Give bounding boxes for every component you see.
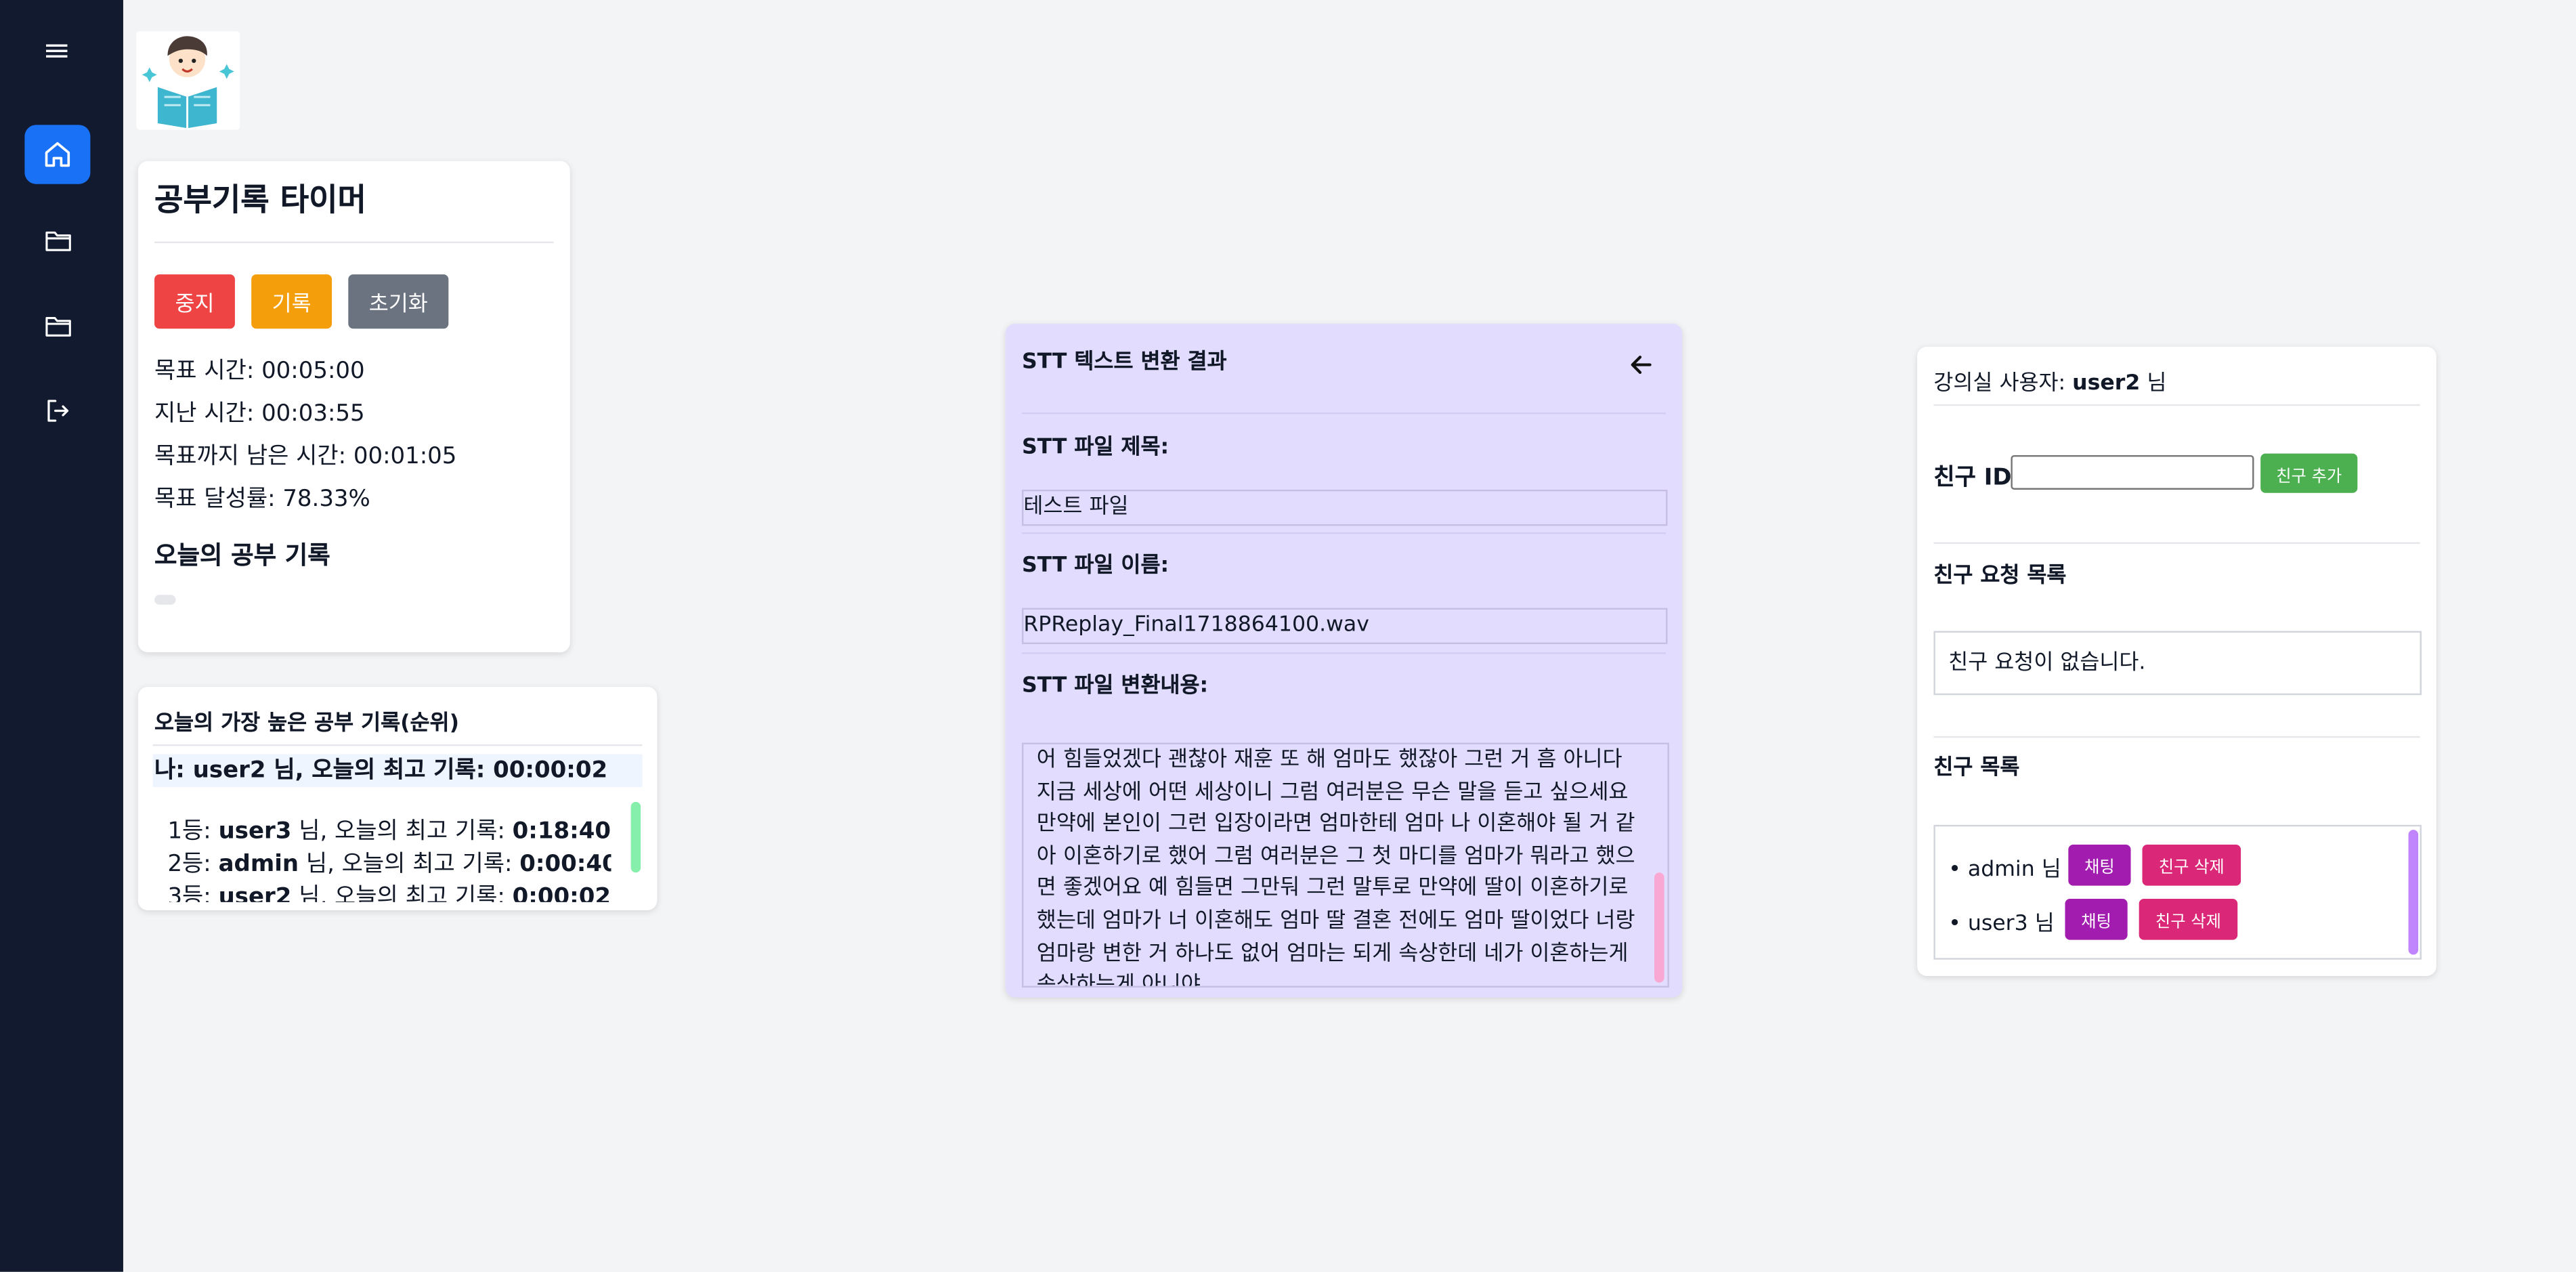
friend-name: • user3 님 [1948,911,2055,936]
stop-button[interactable]: 중지 [154,274,235,329]
back-arrow-icon[interactable] [1628,352,1654,378]
rank-time: 0:00:02 [512,884,611,902]
home-icon [45,142,70,167]
elapsed-time: 지난 시간: 00:03:55 [154,400,365,427]
rank-time: 0:18:40 [512,818,611,845]
rank-user: user3 [218,818,292,845]
today-record-placeholder [154,595,176,605]
friends-card: 강의실 사용자: user2 님 친구 ID: 친구 추가 친구 요청 목록 친… [1917,346,2437,977]
friend-name: • admin 님 [1948,857,2061,882]
logo [136,31,240,130]
friend-list-heading: 친구 목록 [1933,755,2020,781]
stt-file-title-label: STT 파일 제목: [1021,435,1169,461]
nav-home-button[interactable] [24,125,91,184]
rank-mid: 님, 오늘의 최고 기록: [291,818,513,845]
friend-requests-empty: 친구 요청이 없습니다. [1948,650,2146,676]
divider [1933,736,2420,738]
rank-label: 1등: [167,818,219,845]
folder-icon [45,230,70,251]
list-item: • user3 님 [1948,899,2055,941]
logout-icon [47,400,69,422]
classroom-user: 강의실 사용자: user2 님 [1933,365,2166,396]
stt-file-title-field: 테스트 파일 [1021,489,1668,526]
divider [1021,412,1666,415]
divider [152,744,643,746]
classroom-user-name: user2 [2072,371,2141,396]
rank-user: admin [218,851,299,878]
stt-result-card: STT 텍스트 변환 결과 STT 파일 제목: 테스트 파일 STT 파일 이… [1005,323,1683,998]
divider [1933,542,2420,545]
delete-friend-button[interactable]: 친구 삭제 [2142,844,2241,886]
ranking-list[interactable]: 1등: user3 님, 오늘의 최고 기록: 0:18:40 2등: admi… [167,815,611,902]
classroom-user-prefix: 강의실 사용자: [1933,371,2073,396]
folder-icon [45,316,70,336]
study-timer-card: 공부기록 타이머 중지 기록 초기화 목표 시간: 00:05:00 지난 시간… [137,161,570,653]
delete-friend-button[interactable]: 친구 삭제 [2139,899,2238,940]
menu-button[interactable] [24,22,90,81]
stt-content-label: STT 파일 변환내용: [1021,673,1209,699]
my-record-prefix: 나: [154,757,193,784]
list-item: • admin 님 [1948,845,2061,887]
my-record-user: user2 [192,757,266,784]
sidebar [0,0,123,1272]
chat-button[interactable]: 채팅 [2068,844,2131,886]
goal-time: 목표 시간: 00:05:00 [154,358,365,385]
rank-label: 2등: [167,851,219,878]
rank-mid: 님, 오늘의 최고 기록: [291,884,513,902]
stt-title: STT 텍스트 변환 결과 [1021,349,1227,375]
remaining-time: 목표까지 남은 시간: 00:01:05 [154,444,457,470]
add-friend-button[interactable]: 친구 추가 [2260,453,2358,493]
my-record-mid: 님, 오늘의 최고 기록: [265,757,494,784]
timer-title: 공부기록 타이머 [154,182,366,219]
stt-content-scrollbar[interactable] [1654,872,1665,983]
friend-id-input[interactable] [2011,455,2254,490]
friend-id-label: 친구 ID: [1933,465,2021,492]
list-item: 2등: admin 님, 오늘의 최고 기록: 0:00:40 [167,848,611,881]
ranking-title: 오늘의 가장 높은 공부 기록(순위) [154,711,459,736]
reset-button[interactable]: 초기화 [348,274,449,329]
classroom-user-suffix: 님 [2140,371,2167,396]
chat-button[interactable]: 채팅 [2065,899,2128,940]
nav-folder-button-2[interactable] [24,296,90,355]
divider [1021,532,1666,534]
nav-folder-button[interactable] [24,211,90,270]
list-item: 1등: user3 님, 오늘의 최고 기록: 0:18:40 [167,815,611,848]
friend-requests-box: 친구 요청이 없습니다. [1933,631,2422,696]
list-item: 3등: user2 님, 오늘의 최고 기록: 0:00:02 [167,881,611,902]
stt-content-text: 어 힘들었겠다 괜찮아 재훈 또 해 엄마도 했잖아 그런 거 흠 아니다 지금… [1036,747,1635,988]
friend-list-scrollbar[interactable] [2408,830,2419,955]
student-reading-logo-icon [142,36,234,129]
rank-mid: 님, 오늘의 최고 기록: [299,851,520,878]
today-record-heading: 오늘의 공부 기록 [154,540,330,570]
rank-time: 0:00:40 [519,851,611,878]
ranking-scrollbar[interactable] [630,801,641,873]
my-record: 나: user2 님, 오늘의 최고 기록: 00:00:02 [152,754,643,788]
divider [1021,652,1666,654]
ranking-card: 오늘의 가장 높은 공부 기록(순위) 나: user2 님, 오늘의 최고 기… [137,687,658,911]
friend-requests-heading: 친구 요청 목록 [1933,564,2067,589]
stt-file-name-field: RPReplay_Final1718864100.wav [1021,608,1668,644]
menu-icon [45,44,68,58]
divider [1933,404,2420,406]
friend-list[interactable]: • admin 님 채팅 친구 삭제 • user3 님 채팅 친구 삭제 [1933,824,2422,960]
stt-file-name-label: STT 파일 이름: [1021,553,1169,578]
rank-label: 3등: [167,884,219,902]
achievement-rate: 목표 달성률: 78.33% [154,486,370,513]
record-button[interactable]: 기록 [251,274,332,329]
my-record-time: 00:00:02 [493,757,608,784]
logout-button[interactable] [24,381,90,440]
rank-user: user2 [218,884,292,902]
stt-content-box[interactable]: 어 힘들었겠다 괜찮아 재훈 또 해 엄마도 했잖아 그런 거 흠 아니다 지금… [1021,742,1669,988]
divider [154,241,554,244]
